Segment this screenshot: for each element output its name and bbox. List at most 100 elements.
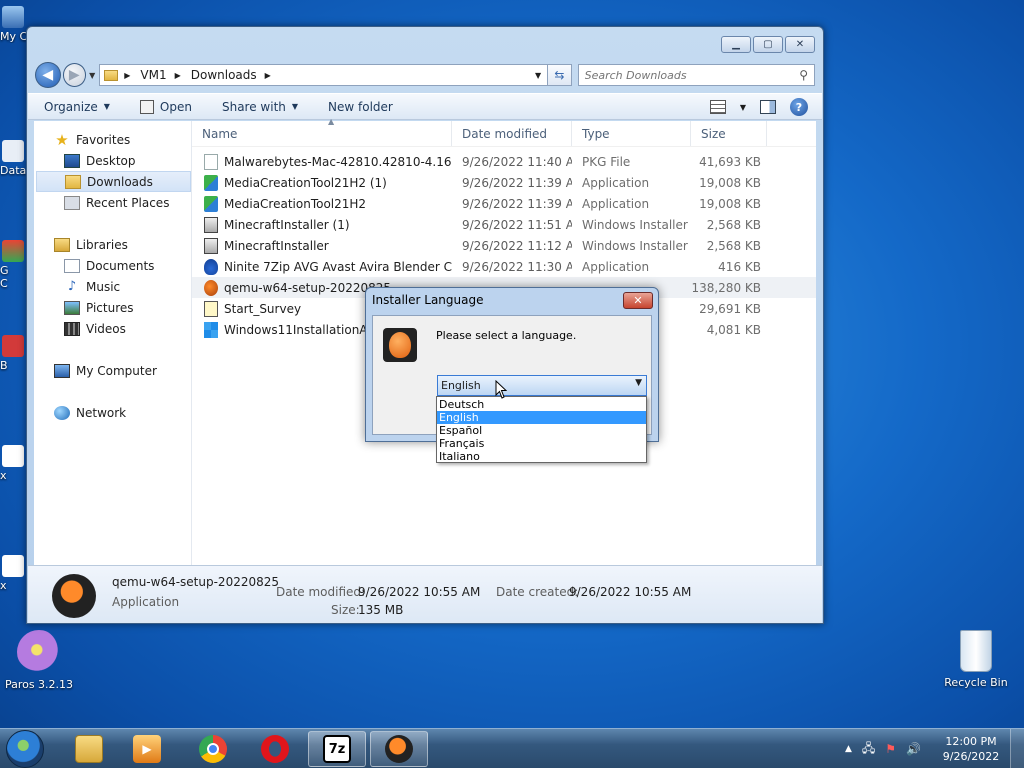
organize-button[interactable]: Organize ▼ xyxy=(44,100,110,114)
desktop-icon-label: Data xyxy=(0,164,26,177)
show-desktop-button[interactable] xyxy=(1010,729,1024,768)
new-folder-button[interactable]: New folder xyxy=(328,100,393,114)
address-row: ◀ ▶ ▼ ▶ VM1 ▶ Downloads ▶ ▼ ⇆ ⚲ xyxy=(35,61,816,89)
breadcrumb-arrow[interactable]: ▶ xyxy=(124,71,130,80)
nav-documents[interactable]: Documents xyxy=(34,255,191,276)
refresh-button[interactable]: ⇆ xyxy=(548,64,572,86)
taskbar-chrome[interactable] xyxy=(184,731,242,767)
search-input[interactable] xyxy=(584,68,800,82)
file-row[interactable]: Ninite 7Zip AVG Avast Avira Blender CDB.… xyxy=(192,256,816,277)
desktop-icon-my-computer[interactable]: My C xyxy=(0,6,26,43)
nav-label: Downloads xyxy=(87,174,153,189)
nav-network[interactable]: Network xyxy=(34,402,191,423)
help-icon[interactable]: ? xyxy=(790,98,808,116)
desktop-icon-recycle-bin[interactable]: Recycle Bin xyxy=(938,630,1014,689)
view-options-dropdown[interactable]: ▼ xyxy=(740,103,746,112)
desktop-icon-x2[interactable]: x xyxy=(0,555,26,592)
language-option[interactable]: Español xyxy=(437,424,646,437)
shortcut-icon xyxy=(2,140,24,162)
taskbar-7zip[interactable]: 7z xyxy=(308,731,366,767)
taskbar-media-player[interactable]: ▶ xyxy=(118,731,176,767)
back-button[interactable]: ◀ xyxy=(35,62,61,88)
desktop-icon-x1[interactable]: x xyxy=(0,445,26,482)
breadcrumb-downloads[interactable]: Downloads ▶ xyxy=(191,68,271,82)
nav-favorites[interactable]: ★ Favorites xyxy=(34,129,191,150)
column-type[interactable]: Type xyxy=(572,121,691,146)
show-hidden-icons-icon[interactable]: ▲ xyxy=(845,744,852,754)
column-header: ▲ Name Date modified Type Size xyxy=(192,117,816,147)
taskbar-qemu[interactable] xyxy=(370,731,428,767)
address-bar[interactable]: ▶ VM1 ▶ Downloads ▶ ▼ xyxy=(99,64,549,86)
language-option[interactable]: English xyxy=(437,411,646,424)
media-creation-icon xyxy=(204,174,218,191)
column-name[interactable]: Name xyxy=(192,121,452,146)
network-tray-icon[interactable]: 🖧 xyxy=(862,739,875,760)
file-name-cell: MinecraftInstaller xyxy=(192,237,452,254)
action-center-icon[interactable]: ⚑ xyxy=(885,742,896,756)
file-row[interactable]: MediaCreationTool21H2 9/26/2022 11:39 AM A… xyxy=(192,193,816,214)
recycle-bin-icon xyxy=(960,630,992,672)
change-view-icon[interactable] xyxy=(709,100,726,114)
file-name: Malwarebytes-Mac-42810.42810-4.16.7.4... xyxy=(224,154,452,169)
language-dropdown-list: Deutsch English Español Français Italiano xyxy=(436,396,647,463)
dialog-close-button[interactable]: ✕ xyxy=(623,292,653,309)
column-label: Name xyxy=(202,126,238,141)
address-dropdown[interactable]: ▼ xyxy=(535,71,541,80)
details-size: 135 MB xyxy=(358,603,404,617)
nav-my-computer[interactable]: My Computer xyxy=(34,360,191,381)
forward-button[interactable]: ▶ xyxy=(62,63,87,87)
nav-pictures[interactable]: Pictures xyxy=(34,297,191,318)
back-arrow-icon: ◀ xyxy=(42,67,54,83)
desktop-icon-g[interactable]: G C xyxy=(0,240,26,290)
minimize-icon: ▁ xyxy=(732,39,740,50)
language-select[interactable]: English ▼ xyxy=(437,375,647,396)
search-box[interactable]: ⚲ xyxy=(577,64,816,86)
file-size: 4,081 KB xyxy=(706,322,761,337)
desktop-icon-data[interactable]: Data xyxy=(0,140,26,177)
file-row[interactable]: MinecraftInstaller (1) 9/26/2022 11:51 AM… xyxy=(192,214,816,235)
nav-label: My Computer xyxy=(76,363,157,378)
minimize-button[interactable]: ▁ xyxy=(721,36,751,53)
nav-recent-places[interactable]: Recent Places xyxy=(34,192,191,213)
recent-pages-dropdown[interactable]: ▼ xyxy=(89,71,95,80)
file-name-cell: Malwarebytes-Mac-42810.42810-4.16.7.4... xyxy=(192,153,452,170)
language-option[interactable]: Italiano xyxy=(437,450,646,463)
language-option[interactable]: Deutsch xyxy=(437,398,646,411)
column-size[interactable]: Size xyxy=(691,121,767,146)
file-row[interactable]: MediaCreationTool21H2 (1) 9/26/2022 11:39… xyxy=(192,172,816,193)
breadcrumb-vm1[interactable]: VM1 ▶ xyxy=(140,68,180,82)
file-row[interactable]: Malwarebytes-Mac-42810.42810-4.16.7.4...… xyxy=(192,151,816,172)
details-file-name: qemu-w64-setup-20220825 xyxy=(112,575,280,589)
desktop-icon-paros[interactable]: Paros 3.2.13 xyxy=(4,630,74,691)
maximize-button[interactable]: ▢ xyxy=(753,36,783,53)
search-icon[interactable]: ⚲ xyxy=(799,68,808,82)
file-row[interactable]: MinecraftInstaller 9/26/2022 11:12 AM Wind… xyxy=(192,235,816,256)
nav-downloads[interactable]: Downloads xyxy=(36,171,191,192)
taskbar-opera[interactable] xyxy=(246,731,304,767)
language-option[interactable]: Français xyxy=(437,437,646,450)
nav-desktop[interactable]: Desktop xyxy=(34,150,191,171)
column-date-modified[interactable]: Date modified xyxy=(452,121,572,146)
volume-icon[interactable]: 🔊 xyxy=(906,742,921,756)
nav-libraries[interactable]: Libraries xyxy=(34,234,191,255)
nav-label: Videos xyxy=(86,321,126,336)
file-type: Application xyxy=(582,259,650,274)
nav-music[interactable]: ♪ Music xyxy=(34,276,191,297)
preview-pane-icon[interactable] xyxy=(760,100,776,114)
clock-time: 12:00 PM xyxy=(945,735,997,748)
clock[interactable]: 12:00 PM 9/26/2022 xyxy=(932,734,1010,764)
system-tray: ▲ 🖧 ⚑ 🔊 12:00 PM 9/26/2022 xyxy=(840,729,1024,768)
share-with-button[interactable]: Share with ▼ xyxy=(222,100,298,114)
file-date: 9/26/2022 11:40 AM xyxy=(462,154,572,169)
start-button[interactable] xyxy=(6,730,44,768)
file-type: Application xyxy=(582,175,650,190)
close-button[interactable]: ✕ xyxy=(785,36,815,53)
chevron-down-icon: ▼ xyxy=(291,102,299,111)
file-name-cell: Ninite 7Zip AVG Avast Avira Blender CDB.… xyxy=(192,258,452,275)
nav-videos[interactable]: Videos xyxy=(34,318,191,339)
taskbar-explorer[interactable] xyxy=(60,731,118,767)
file-date: 9/26/2022 11:39 AM xyxy=(462,196,572,211)
taskbar: ▶ 7z ▲ 🖧 ⚑ 🔊 12:00 PM 9/26/2022 xyxy=(0,728,1024,768)
open-button[interactable]: Open xyxy=(139,99,192,114)
desktop-icon-b[interactable]: B xyxy=(0,335,26,372)
